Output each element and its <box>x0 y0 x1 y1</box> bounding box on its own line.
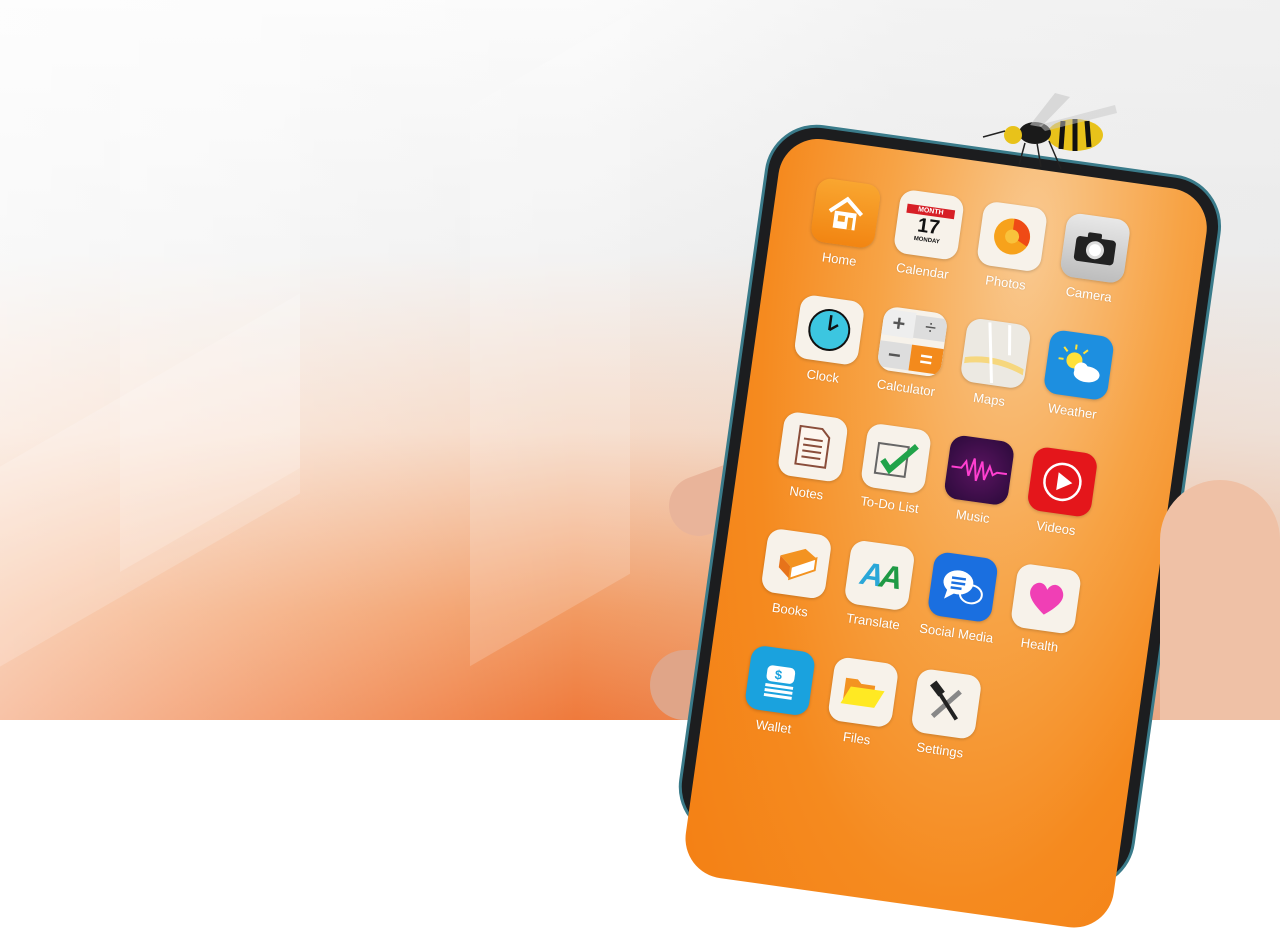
app-maps[interactable]: Maps <box>947 316 1042 413</box>
smartphone: Home MONTH 17 MONDAY Calendar Photos Cam… <box>672 117 1228 933</box>
money-icon: $ <box>743 644 817 717</box>
app-label: Home <box>821 249 858 270</box>
sun-cloud-icon <box>1042 328 1115 402</box>
calendar-icon: MONTH 17 MONDAY <box>892 188 966 261</box>
clock-icon <box>793 293 866 367</box>
translate-glyph: AA <box>858 554 902 596</box>
app-label: Books <box>771 599 809 620</box>
app-wallet[interactable]: $ Wallet <box>731 643 826 740</box>
heart-icon <box>1009 562 1083 635</box>
letters-icon: AA <box>843 539 916 612</box>
camera-icon <box>1059 212 1132 285</box>
app-label: Notes <box>788 483 825 503</box>
app-social-media[interactable]: Social Media <box>914 550 1009 647</box>
app-notes[interactable]: Notes <box>764 409 859 506</box>
app-grid: Home MONTH 17 MONDAY Calendar Photos Cam… <box>731 176 1141 775</box>
app-label: Translate <box>845 610 901 633</box>
app-clock[interactable]: Clock <box>780 292 875 389</box>
waveform-icon <box>943 434 1016 507</box>
tools-icon <box>910 667 983 741</box>
app-calculator[interactable]: + ÷ − = Calculator <box>863 304 958 401</box>
app-label: To-Do List <box>859 493 920 517</box>
app-label: Social Media <box>918 620 995 646</box>
chat-bubbles-icon <box>926 550 999 624</box>
app-books[interactable]: Books <box>747 526 842 623</box>
calculator-icon: + ÷ − = <box>876 305 949 378</box>
app-camera[interactable]: Camera <box>1046 211 1141 308</box>
flower-icon <box>975 200 1049 273</box>
app-label: Calendar <box>895 259 950 282</box>
house-icon <box>809 176 882 250</box>
app-music[interactable]: Music <box>930 433 1025 530</box>
app-label: Weather <box>1047 400 1098 422</box>
document-icon <box>776 410 850 483</box>
app-label: Settings <box>915 739 965 761</box>
background-facet <box>470 13 630 667</box>
app-label: Calculator <box>875 376 937 400</box>
checkbox-icon <box>859 422 933 495</box>
app-todo-list[interactable]: To-Do List <box>847 421 942 518</box>
app-label: Health <box>1019 634 1060 655</box>
app-calendar[interactable]: MONTH 17 MONDAY Calendar <box>880 187 975 284</box>
app-label: Maps <box>972 389 1006 410</box>
play-icon <box>1026 445 1099 519</box>
app-label: Camera <box>1064 283 1113 305</box>
app-label: Clock <box>805 366 840 386</box>
app-label: Videos <box>1035 517 1077 539</box>
folder-icon <box>827 656 900 729</box>
app-label: Photos <box>984 272 1027 293</box>
book-icon <box>760 527 833 600</box>
map-icon <box>959 317 1032 390</box>
app-photos[interactable]: Photos <box>963 199 1058 296</box>
app-weather[interactable]: Weather <box>1030 328 1125 425</box>
app-files[interactable]: Files <box>814 655 909 752</box>
app-health[interactable]: Health <box>997 561 1092 658</box>
app-label: Files <box>842 728 872 748</box>
app-label: Music <box>954 506 991 527</box>
hand-fingers <box>1160 480 1280 720</box>
app-settings[interactable]: Settings <box>897 666 992 763</box>
app-translate[interactable]: AA Translate <box>831 538 926 635</box>
app-videos[interactable]: Videos <box>1013 444 1108 541</box>
wasp <box>982 93 1117 170</box>
app-home[interactable]: Home <box>797 176 892 273</box>
